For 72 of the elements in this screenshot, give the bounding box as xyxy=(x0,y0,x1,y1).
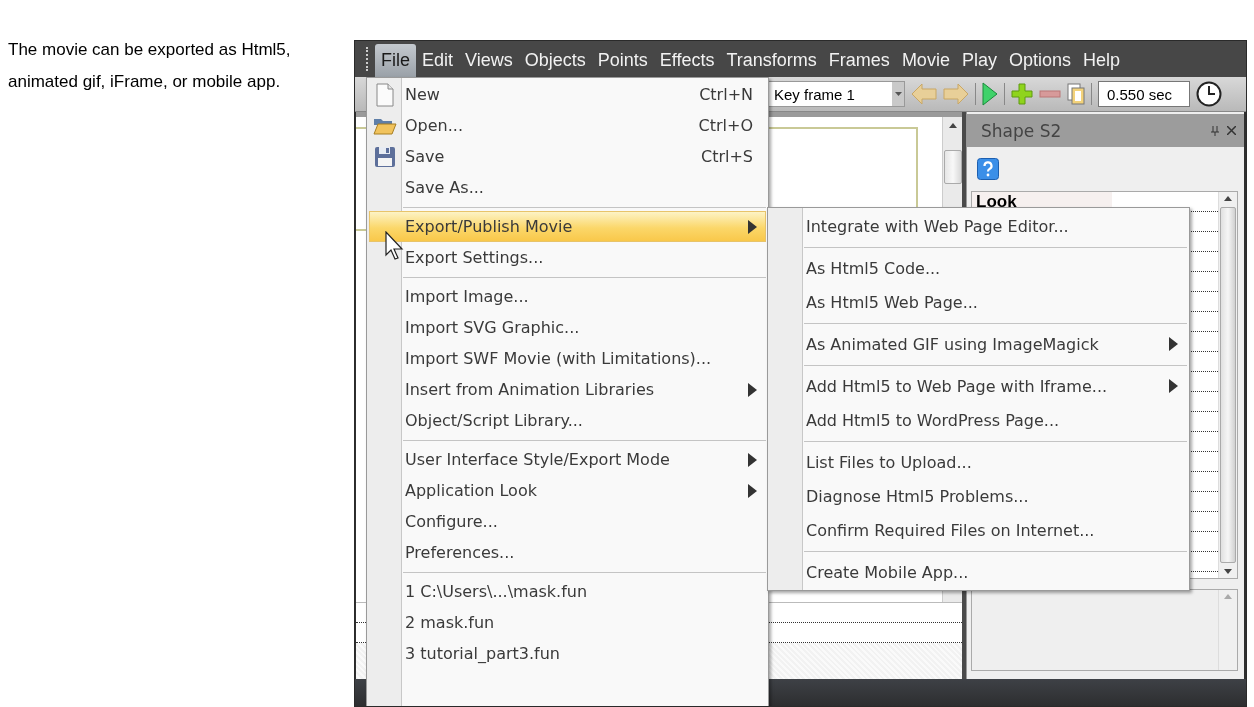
menu-item[interactable]: New Ctrl+N xyxy=(369,79,766,110)
scroll-down-icon[interactable] xyxy=(1224,569,1232,574)
shortcut-text: Ctrl+S xyxy=(700,147,753,166)
menu-item[interactable]: Import SWF Movie (with Limitations)... xyxy=(369,343,766,374)
menu-item[interactable]: As Html5 Code... xyxy=(770,251,1187,285)
submenu-arrow-icon xyxy=(748,452,757,467)
time-field[interactable]: 0.550 sec xyxy=(1098,81,1190,107)
menu-item[interactable]: As Html5 Web Page... xyxy=(770,285,1187,319)
menu-item[interactable]: Save As... xyxy=(369,172,766,203)
menu-bar-item[interactable]: Points xyxy=(591,44,654,77)
menu-bar-item[interactable]: Help xyxy=(1076,44,1126,77)
shortcut-text: Ctrl+O xyxy=(698,116,753,135)
menu-item[interactable]: Add Html5 to Web Page with Iframe... xyxy=(770,369,1187,403)
menu-bar-item[interactable]: Frames xyxy=(822,44,896,77)
new-file-icon xyxy=(375,82,395,107)
menu-item[interactable]: Export Settings... xyxy=(369,242,766,273)
menu-item[interactable]: 3 tutorial_part3.fun xyxy=(369,638,766,669)
menu-item[interactable]: Confirm Required Files on Internet... xyxy=(770,513,1187,547)
menu-item[interactable]: Open... Ctrl+O xyxy=(369,110,766,141)
help-icon[interactable] xyxy=(977,158,999,180)
submenu-arrow-icon xyxy=(748,219,757,234)
film-page-icon[interactable] xyxy=(1067,83,1085,105)
submenu-arrow-icon xyxy=(1169,337,1178,351)
menu-item[interactable]: Import SVG Graphic... xyxy=(369,312,766,343)
right-arrow-icon[interactable] xyxy=(943,83,969,105)
submenu-arrow-icon xyxy=(748,382,757,397)
scroll-up-icon[interactable] xyxy=(1224,196,1232,201)
menu-bar-item[interactable]: File xyxy=(375,44,416,77)
menu-item[interactable]: Save Ctrl+S xyxy=(369,141,766,172)
minus-icon[interactable] xyxy=(1039,90,1061,98)
menu-item[interactable]: Object/Script Library... xyxy=(369,405,766,436)
menu-item[interactable]: Application Look xyxy=(369,475,766,506)
menu-bar-item[interactable]: Effects xyxy=(653,44,721,77)
mouse-cursor-icon xyxy=(385,231,405,261)
panel-title: Shape S2 xyxy=(981,120,1062,141)
scroll-thumb[interactable] xyxy=(943,150,962,184)
submenu-arrow-icon xyxy=(748,483,757,498)
play-icon[interactable] xyxy=(982,82,998,106)
menu-bar-item[interactable]: Edit xyxy=(416,44,460,77)
menu-bar-item[interactable]: Transforms xyxy=(720,44,823,77)
menu-item[interactable]: Add Html5 to WordPress Page... xyxy=(770,403,1187,437)
menu-item[interactable]: 2 mask.fun xyxy=(369,607,766,638)
close-icon[interactable] xyxy=(1227,126,1236,135)
menu-bar-item[interactable]: Movie xyxy=(895,44,956,77)
menu-item[interactable]: User Interface Style/Export Mode xyxy=(369,444,766,475)
shortcut-text: Ctrl+N xyxy=(699,85,753,104)
submenu-arrow-icon xyxy=(1169,379,1178,393)
left-arrow-icon[interactable] xyxy=(911,83,937,105)
dropdown-caret-icon xyxy=(894,92,902,96)
menu-item[interactable]: Diagnose Html5 Problems... xyxy=(770,479,1187,513)
menu-bar-item[interactable]: Objects xyxy=(518,44,592,77)
pin-icon[interactable] xyxy=(1211,125,1219,136)
scroll-thumb[interactable] xyxy=(1220,207,1236,563)
plus-icon[interactable] xyxy=(1011,83,1033,105)
frame-dropdown[interactable]: Key frame 1 xyxy=(767,81,905,107)
menu-item[interactable]: Import Image... xyxy=(369,281,766,312)
menu-item[interactable]: Insert from Animation Libraries xyxy=(369,374,766,405)
menu-item[interactable]: Export/Publish Movie xyxy=(369,211,766,242)
menu-item[interactable]: Configure... xyxy=(369,506,766,537)
menu-item[interactable]: List Files to Upload... xyxy=(770,445,1187,479)
menu-item[interactable]: Integrate with Web Page Editor... xyxy=(770,209,1187,243)
scroll-up-icon[interactable] xyxy=(948,123,957,128)
caption-text: The movie can be exported as Html5, animated gif, iFrame, or mobile app. xyxy=(8,39,292,93)
menu-bar-item[interactable]: Options xyxy=(1002,44,1077,77)
clock-icon[interactable] xyxy=(1196,81,1222,107)
menu-item[interactable]: 1 C:\Users\...\mask.fun xyxy=(369,576,766,607)
menu-item[interactable]: As Animated GIF using ImageMagick xyxy=(770,327,1187,361)
menu-item[interactable]: Create Mobile App... xyxy=(770,555,1187,589)
menu-bar-item[interactable]: Views xyxy=(459,44,519,77)
menu-item[interactable]: Preferences... xyxy=(369,537,766,568)
menu-bar-item[interactable]: Play xyxy=(955,44,1003,77)
scrollbar[interactable] xyxy=(1218,192,1237,578)
